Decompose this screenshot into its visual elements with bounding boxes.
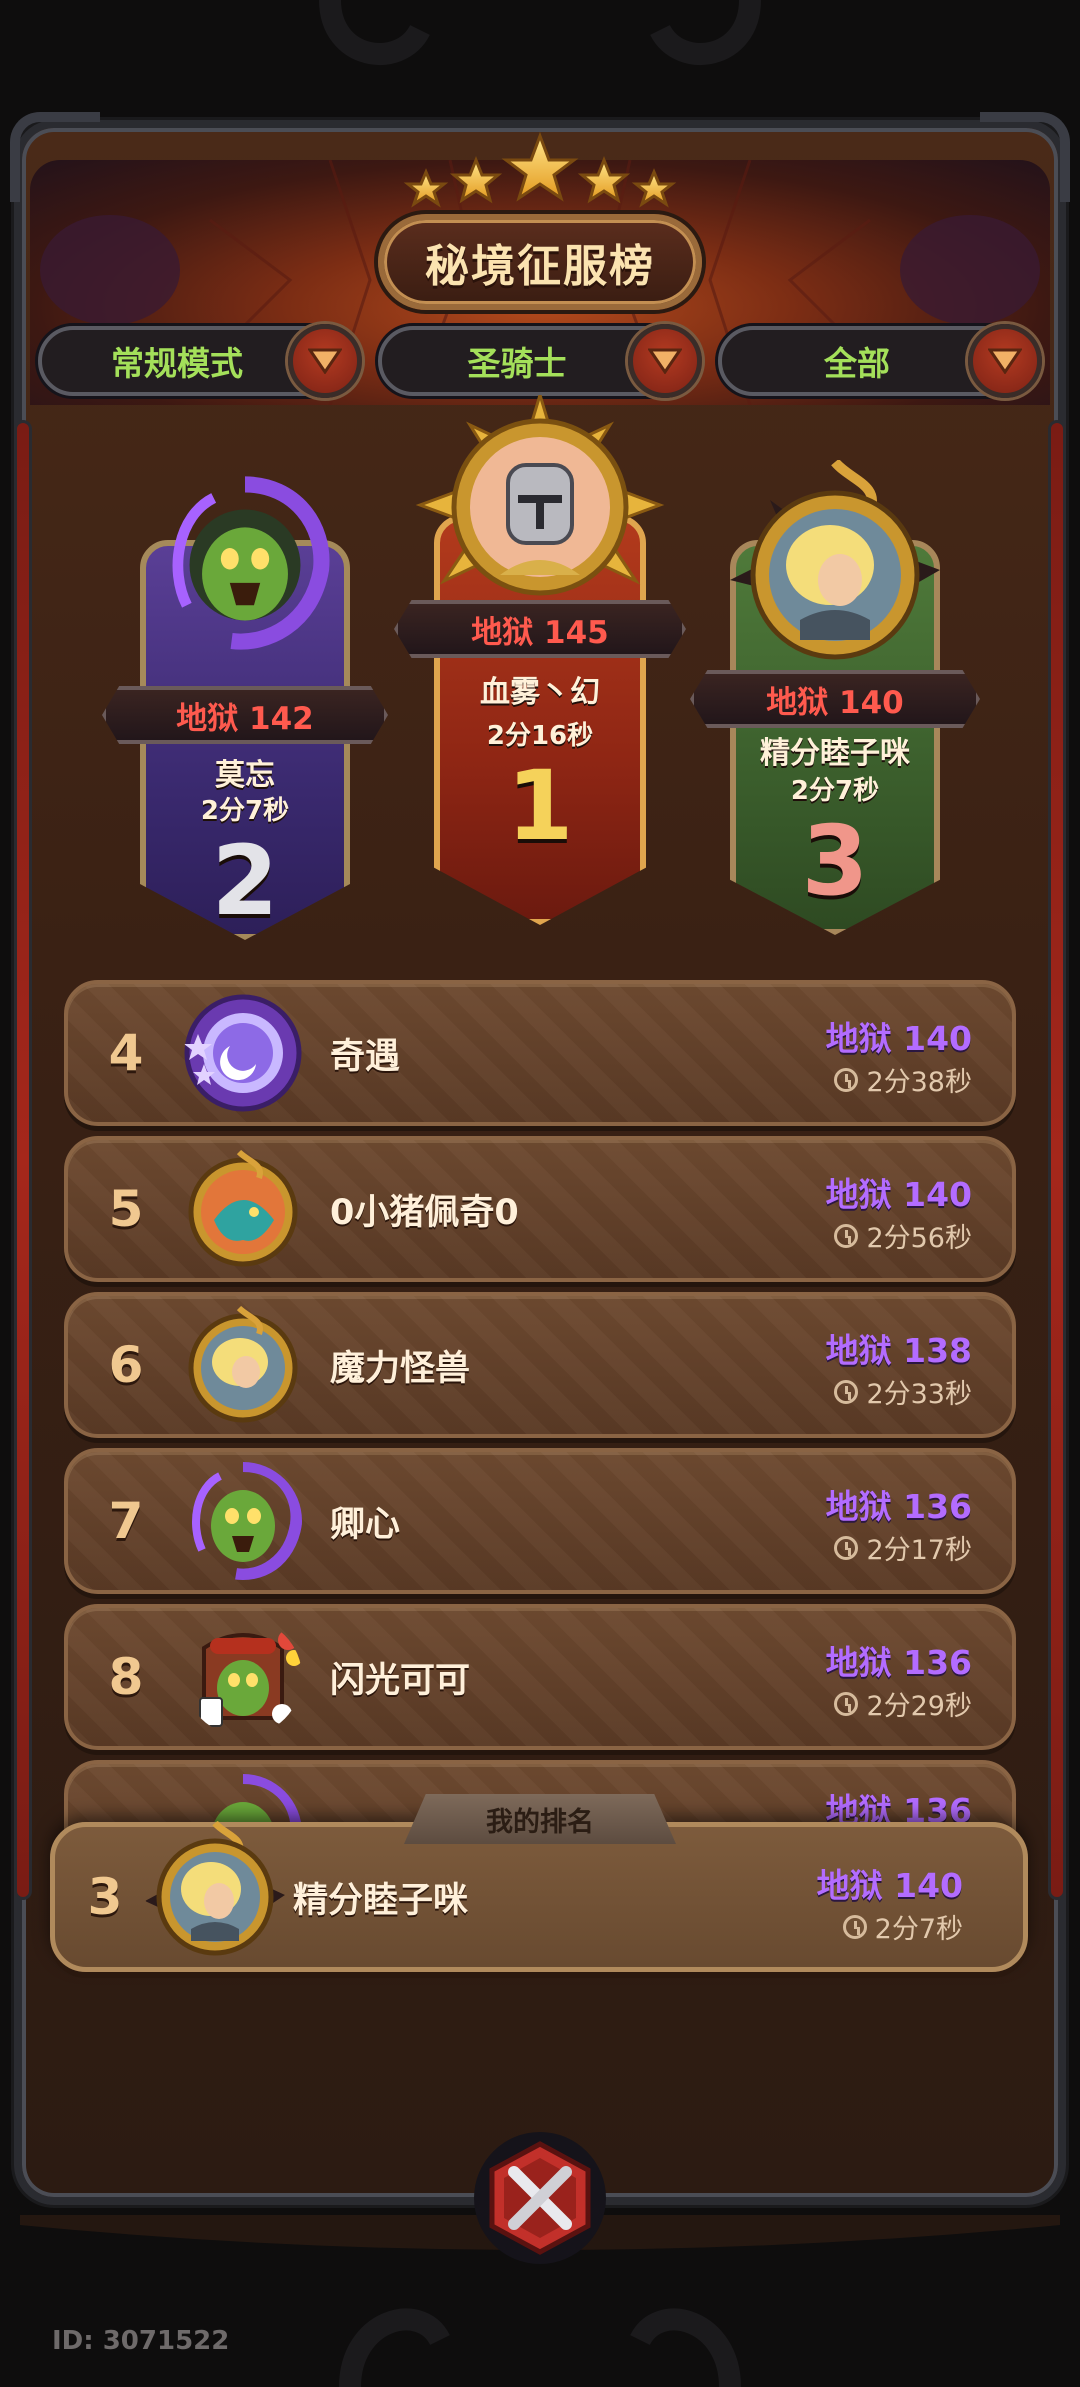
my-rank-number: 3 <box>87 1868 123 1926</box>
podium-score: 地狱 140 <box>690 670 980 728</box>
avatar <box>188 1150 298 1267</box>
player-id: ID: 3071522 <box>52 2326 230 2356</box>
left-rail <box>14 420 32 1900</box>
row-player-name: 0小猪佩奇0 <box>330 1192 519 1233</box>
row-rank: 5 <box>108 1180 144 1238</box>
list-item[interactable]: 6 魔力怪兽 地狱 138 2分33秒 <box>64 1292 1016 1438</box>
clock-icon <box>834 1067 859 1092</box>
row-rank: 8 <box>108 1648 144 1706</box>
podium-third[interactable]: 地狱 140 精分睦子咪 2分7秒 3 <box>690 460 980 940</box>
class-filter-dropdown[interactable]: 圣骑士 <box>378 324 702 398</box>
chevron-down-icon[interactable] <box>288 324 362 398</box>
mode-filter-dropdown[interactable]: 常规模式 <box>38 324 362 398</box>
podium-rank: 3 <box>801 805 869 917</box>
podium-first[interactable]: 地狱 145 血雾丶幻 2分16秒 1 <box>394 395 686 930</box>
row-player-name: 卿心 <box>330 1504 401 1545</box>
avatar <box>160 476 330 650</box>
row-time-value: 2分38秒 <box>866 1067 972 1098</box>
podium-time: 2分7秒 <box>790 776 880 806</box>
right-rail <box>1048 420 1066 1900</box>
list-item[interactable]: 8 闪光可可 地狱 136 2分29秒 <box>64 1604 1016 1750</box>
class-filter-label: 圣骑士 <box>467 344 567 383</box>
my-ranking-bar[interactable]: 3 精分睦子咪 地狱 140 2分7秒 <box>50 1821 1028 1972</box>
scope-filter-dropdown[interactable]: 全部 <box>718 324 1042 398</box>
my-ranking-tab: 我的排名 <box>404 1794 676 1844</box>
my-time-value: 2分7秒 <box>874 1914 963 1945</box>
row-score: 地狱 140 <box>825 1175 972 1214</box>
clock-icon <box>834 1379 859 1404</box>
row-player-name: 魔力怪兽 <box>330 1348 471 1389</box>
row-time: 2分29秒 <box>834 1684 972 1723</box>
avatar <box>192 1462 302 1580</box>
clock-icon <box>834 1535 859 1560</box>
corner-ornament <box>980 112 1070 202</box>
my-time: 2分7秒 <box>842 1907 963 1946</box>
list-item[interactable]: 5 0小猪佩奇0 地狱 140 2分56秒 <box>64 1136 1016 1282</box>
clock-icon <box>834 1223 859 1248</box>
row-score: 地狱 136 <box>825 1643 972 1682</box>
row-time: 2分56秒 <box>834 1216 972 1255</box>
podium-score: 地狱 145 <box>394 600 686 658</box>
avatar <box>400 395 680 625</box>
row-time-value: 2分33秒 <box>866 1379 972 1410</box>
title-plate: 秘境征服榜 <box>378 214 702 310</box>
row-player-name: 闪光可可 <box>330 1660 471 1701</box>
podium-player-name: 精分睦子咪 <box>760 736 910 771</box>
list-item[interactable]: 4 奇遇 地狱 140 2分38秒 <box>64 980 1016 1126</box>
list-item[interactable]: 7 卿心 地狱 136 2分17秒 <box>64 1448 1016 1594</box>
row-score: 地狱 136 <box>825 1487 972 1526</box>
clock-icon <box>842 1914 867 1939</box>
my-score: 地狱 140 <box>816 1866 963 1905</box>
row-rank: 7 <box>108 1492 144 1550</box>
row-score: 地狱 140 <box>825 1019 972 1058</box>
row-score: 地狱 138 <box>825 1331 972 1370</box>
chevron-down-icon[interactable] <box>628 324 702 398</box>
avatar <box>730 460 940 670</box>
podium-score: 地狱 142 <box>102 686 388 744</box>
row-player-name: 奇遇 <box>330 1036 401 1077</box>
chevron-down-icon[interactable] <box>968 324 1042 398</box>
avatar <box>188 1306 298 1423</box>
close-icon <box>489 2141 591 2255</box>
podium-rank: 2 <box>211 825 279 937</box>
row-time: 2分33秒 <box>834 1372 972 1411</box>
row-time-value: 2分56秒 <box>866 1223 972 1254</box>
row-time: 2分38秒 <box>834 1060 972 1099</box>
row-rank: 4 <box>108 1024 144 1082</box>
clock-icon <box>834 1691 859 1716</box>
podium-second[interactable]: 地狱 142 莫忘 2分7秒 2 <box>102 476 388 950</box>
corner-ornament <box>10 112 100 202</box>
podium-player-name: 莫忘 <box>215 758 275 793</box>
close-button[interactable] <box>474 2132 606 2264</box>
mode-filter-label: 常规模式 <box>111 344 243 383</box>
row-time: 2分17秒 <box>834 1528 972 1567</box>
podium-player-name: 血雾丶幻 <box>480 675 600 710</box>
row-time-value: 2分29秒 <box>866 1691 972 1722</box>
stars-icon <box>403 132 677 208</box>
avatar <box>199 1630 302 1727</box>
row-time-value: 2分17秒 <box>866 1535 972 1566</box>
podium-time: 2分7秒 <box>200 796 290 826</box>
podium-rank: 1 <box>506 750 574 862</box>
avatar <box>145 1821 285 1956</box>
scope-filter-label: 全部 <box>824 344 890 383</box>
avatar <box>184 994 302 1112</box>
my-player-name: 精分睦子咪 <box>293 1880 469 1921</box>
podium-time: 2分16秒 <box>486 721 594 751</box>
page-title: 秘境征服榜 <box>425 241 655 292</box>
row-rank: 6 <box>108 1336 144 1394</box>
